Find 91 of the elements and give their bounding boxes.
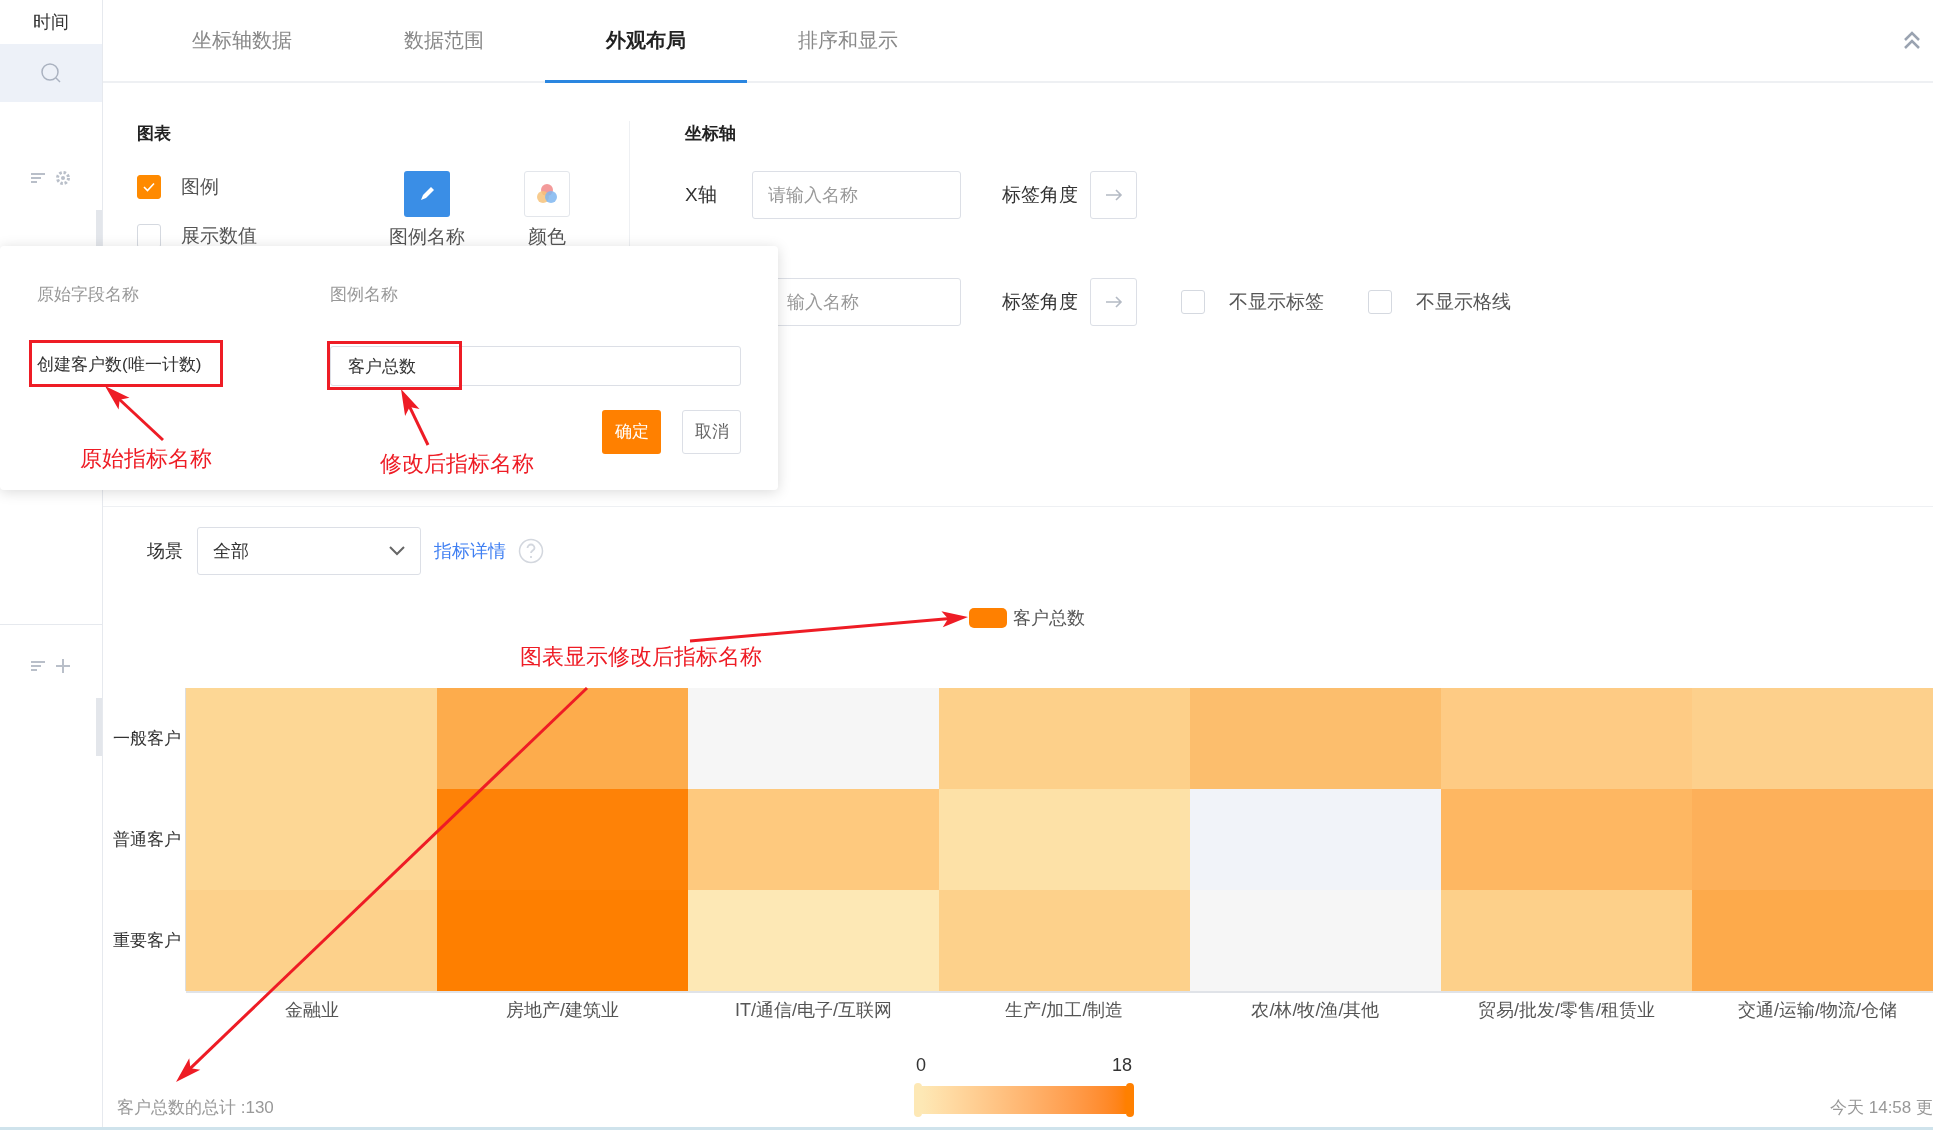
tool-label: 图例名称 [389,225,465,249]
checkbox[interactable] [1368,290,1392,314]
heatmap-cell[interactable] [186,890,437,991]
heatmap-cell[interactable] [437,688,688,789]
annotation-text: 图表显示修改后指标名称 [520,643,762,671]
legend-swatch[interactable] [969,608,1007,628]
range-handle[interactable] [1126,1083,1134,1117]
angle-button[interactable] [1090,171,1137,219]
annotation-arrow [401,389,430,446]
range-handle[interactable] [914,1083,922,1117]
sort-icon[interactable] [31,172,47,184]
column-label: 交通/运输/物流/仓储 [1738,999,1897,1022]
heatmap-cell[interactable] [1190,789,1441,890]
heatmap-cell[interactable] [1692,688,1933,789]
scale-min: 0 [916,1054,926,1077]
row-label: 重要客户 [113,929,181,952]
column-header: 原始字段名称 [37,284,139,306]
checkbox[interactable] [137,223,161,248]
double-chevron-up-icon[interactable] [1903,30,1921,50]
angle-button[interactable] [1090,278,1137,326]
heatmap-cell[interactable] [688,890,939,991]
row-label: 一般客户 [113,727,181,750]
annotation-text: 原始指标名称 [80,445,212,473]
axis-name-field[interactable]: 请输入名称 [752,171,961,219]
tab[interactable]: 排序和显示 [747,0,949,83]
heatmap-cell[interactable] [688,688,939,789]
heatmap-cell[interactable] [688,789,939,890]
heatmap-cell[interactable] [1441,688,1692,789]
plus-icon[interactable] [55,658,71,674]
heatmap-cell[interactable] [939,688,1190,789]
search-icon [40,62,62,84]
color-button[interactable] [524,171,570,217]
scene-select[interactable]: 全部 [197,527,421,575]
help-icon[interactable] [518,538,544,564]
column-label: 金融业 [284,999,339,1022]
chevron-down-icon [389,546,405,556]
update-time: 今天 14:58 更 [1830,1096,1933,1119]
angle-label: 标签角度 [1002,182,1078,207]
annotation-text: 修改后指标名称 [380,450,534,478]
arrow-right-icon [1104,296,1123,308]
heatmap-cell[interactable] [1190,890,1441,991]
detail-link[interactable]: 指标详情 [434,537,506,565]
row-label: 普通客户 [113,828,181,851]
search-button[interactable] [0,44,102,102]
heatmap-cell[interactable] [186,789,437,890]
heatmap-cell[interactable] [186,688,437,789]
field-name: 创建客户数(唯一计数) [37,354,202,376]
tool-label: 颜色 [528,225,566,249]
angle-label: 标签角度 [1002,289,1078,314]
total-text: 客户总数的总计 :130 [117,1096,274,1119]
color-circles-icon [535,182,559,206]
option-label: 不显示标签 [1229,289,1324,314]
column-label: IT/通信/电子/互联网 [735,999,892,1022]
axis-label: X轴 [685,183,717,205]
checkbox[interactable] [1181,290,1205,314]
column-label: 贸易/批发/零售/租赁业 [1478,999,1655,1022]
heatmap-cell[interactable] [1441,890,1692,991]
section-heading: 图表 [137,123,172,145]
legend-label[interactable]: 客户总数 [1013,604,1085,632]
scale-max: 18 [1111,1054,1132,1077]
gear-icon[interactable] [55,170,71,186]
sidebar-title: 时间 [33,10,69,34]
tab[interactable]: 外观布局 [545,0,747,83]
column-label: 房地产/建筑业 [506,999,619,1022]
heatmap-cell[interactable] [437,789,688,890]
tab[interactable]: 坐标轴数据 [141,0,343,83]
heatmap-cell[interactable] [437,890,688,991]
cancel-button[interactable]: 取消 [682,410,741,454]
option-label: 不显示格线 [1416,289,1511,314]
heatmap-cell[interactable] [939,789,1190,890]
heatmap-cell[interactable] [1692,789,1933,890]
legend-name-field[interactable]: 客户总数 [330,346,741,386]
heatmap-cell[interactable] [939,890,1190,991]
annotation-arrow [105,386,165,442]
section-heading: 坐标轴 [685,123,737,145]
heatmap-cell[interactable] [1692,890,1933,991]
pencil-button[interactable] [404,171,450,217]
scene-label: 场景 [147,539,183,563]
option-label: 图例 [181,175,219,199]
scrollbar[interactable] [96,698,102,756]
checkmark-icon [142,180,156,195]
heatmap-cell[interactable] [1190,688,1441,789]
column-label: 生产/加工/制造 [1005,999,1124,1022]
checkbox[interactable] [137,175,161,200]
option-label: 展示数值 [181,223,257,248]
sort-icon[interactable] [31,660,47,672]
column-header: 图例名称 [330,284,398,306]
column-label: 农/林/牧/渔/其他 [1251,999,1380,1022]
arrow-right-icon [1104,189,1123,201]
tab[interactable]: 数据范围 [343,0,545,83]
heatmap-cell[interactable] [1441,789,1692,890]
